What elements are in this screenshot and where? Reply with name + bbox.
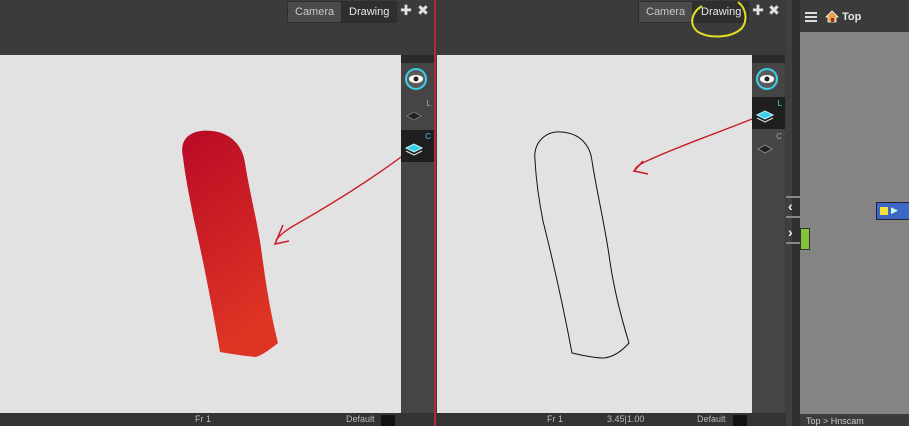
drawing-canvas[interactable]: [437, 55, 753, 413]
breadcrumb[interactable]: Top: [842, 11, 861, 23]
menu-icon[interactable]: [805, 11, 817, 23]
eye-icon: [405, 68, 427, 90]
frame-readout: Fr 1: [195, 414, 212, 424]
preset-readout: Default: [346, 414, 375, 424]
layer-letter: C: [425, 132, 431, 141]
node-view-footer: Top > Hnscam: [800, 414, 909, 426]
tab-drawing[interactable]: Drawing: [341, 1, 398, 23]
drawing-node[interactable]: ▶: [876, 202, 909, 220]
node-view[interactable]: Top ▶ Top > Hnscam: [800, 0, 909, 426]
footer-path: Top > Hnscam: [806, 416, 864, 426]
zoom-readout: 3.45|1.00: [607, 414, 645, 424]
line-art-layer[interactable]: L: [752, 97, 785, 129]
add-icon[interactable]: ✚: [752, 3, 764, 17]
status-bar: Fr 1 Default: [0, 413, 434, 426]
layer-letter: L: [777, 99, 782, 108]
tab-camera[interactable]: Camera: [287, 1, 343, 23]
outline-shape[interactable]: [534, 131, 630, 359]
node-port[interactable]: [800, 228, 810, 250]
chevron-right-icon[interactable]: ›: [788, 224, 800, 240]
annotation-arrow: [634, 118, 753, 170]
node-view-header: Top: [800, 0, 909, 32]
drawing-svg: [182, 130, 402, 357]
close-icon[interactable]: ✖: [417, 3, 429, 17]
highlight-circle: [691, 1, 747, 38]
eye-icon: [756, 68, 778, 90]
panel-splitter[interactable]: ‹ ›: [786, 0, 800, 426]
status-bar: Fr 1 3.45|1.00 Default: [437, 413, 786, 426]
color-swatch[interactable]: [733, 415, 747, 426]
line-art-layer[interactable]: L: [401, 97, 434, 129]
layer-strip: L C: [752, 55, 785, 413]
layer-strip: L C: [401, 55, 434, 413]
annotation-arrow: [275, 156, 402, 241]
drawing-view-right: Camera Drawing ✚ ✖ L C Fr 1 3.45|1.00 De…: [437, 0, 786, 426]
play-icon: ▶: [891, 205, 898, 215]
chevron-left-icon[interactable]: ‹: [788, 198, 800, 214]
filled-shape[interactable]: [182, 130, 278, 357]
home-icon[interactable]: [825, 10, 839, 23]
color-swatch[interactable]: [381, 415, 395, 426]
view-divider[interactable]: [434, 0, 436, 426]
visibility-toggle[interactable]: [401, 63, 434, 95]
view-toolbar: Camera Drawing ✚ ✖: [0, 0, 434, 54]
add-icon[interactable]: ✚: [400, 3, 412, 17]
color-art-layer[interactable]: C: [401, 130, 434, 162]
drawing-view-left: Camera Drawing ✚ ✖ L C Fr 1 Default: [0, 0, 434, 426]
frame-readout: Fr 1: [547, 414, 564, 424]
layer-letter: L: [426, 99, 431, 108]
preset-readout: Default: [697, 414, 726, 424]
layer-letter: C: [776, 132, 782, 141]
color-art-layer[interactable]: C: [752, 130, 785, 162]
view-toolbar: Camera Drawing ✚ ✖: [437, 0, 786, 54]
close-icon[interactable]: ✖: [768, 3, 780, 17]
drawing-svg: [534, 118, 753, 359]
visibility-toggle[interactable]: [752, 63, 785, 95]
drawing-canvas[interactable]: [0, 55, 402, 413]
